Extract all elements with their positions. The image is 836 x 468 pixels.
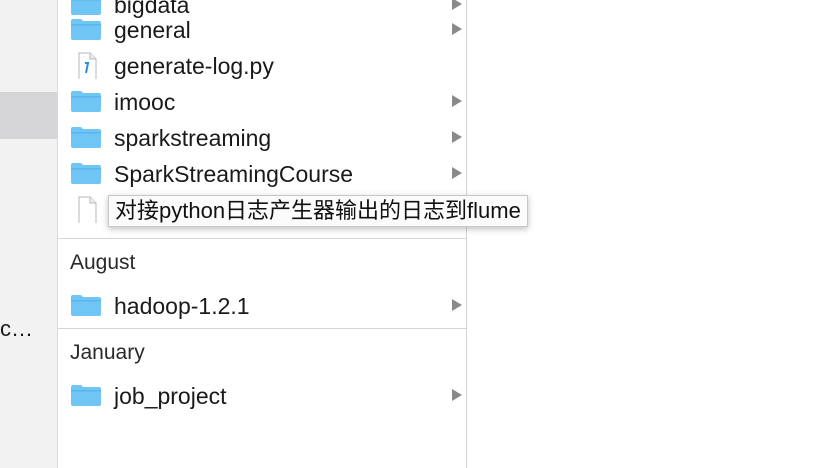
finder-column: bigdata general generate-log.py imooc sp…: [58, 0, 467, 468]
section-divider: [58, 238, 466, 239]
list-item-general[interactable]: general: [58, 11, 466, 47]
document-icon: [78, 196, 97, 223]
list-item-label: sparkstreaming: [114, 125, 272, 151]
sidebar-item-truncated[interactable]: c…: [0, 316, 33, 342]
section-divider: [58, 328, 466, 329]
list-item-label: SparkStreamingCourse: [114, 161, 354, 187]
folder-icon: [71, 91, 101, 112]
chevron-right-icon[interactable]: [452, 299, 462, 311]
list-item-hadoop[interactable]: hadoop-1.2.1: [58, 287, 466, 323]
chevron-right-icon[interactable]: [452, 389, 462, 401]
sidebar-selected-item[interactable]: [0, 92, 57, 139]
folder-icon: [71, 295, 101, 316]
list-item-label: imooc: [114, 89, 176, 115]
list-item-generate-log[interactable]: generate-log.py: [58, 47, 466, 83]
filename-tooltip: 对接python日志产生器输出的日志到flume: [108, 195, 528, 227]
list-item-label: job_project: [114, 383, 227, 409]
folder-icon: [71, 127, 101, 148]
folder-icon: [71, 385, 101, 406]
folder-icon: [71, 19, 101, 40]
chevron-right-icon[interactable]: [452, 0, 462, 10]
list-item-sparkstreaming[interactable]: sparkstreaming: [58, 119, 466, 155]
preview-pane: [467, 0, 836, 468]
chevron-right-icon[interactable]: [452, 131, 462, 143]
chevron-right-icon[interactable]: [452, 167, 462, 179]
chevron-right-icon[interactable]: [452, 23, 462, 35]
list-item-imooc[interactable]: imooc: [58, 83, 466, 119]
section-header-august: August: [70, 251, 136, 274]
list-item-label: general: [114, 17, 191, 43]
list-item-sparkstreamingcourse[interactable]: SparkStreamingCourse: [58, 155, 466, 191]
section-header-january: January: [70, 341, 145, 364]
folder-icon: [71, 163, 101, 184]
list-item-label: hadoop-1.2.1: [114, 293, 250, 319]
chevron-right-icon[interactable]: [452, 95, 462, 107]
python-file-icon: [78, 52, 97, 79]
finder-sidebar: c…: [0, 0, 58, 468]
list-item-label: generate-log.py: [114, 53, 274, 79]
list-item-job-project[interactable]: job_project: [58, 377, 466, 413]
